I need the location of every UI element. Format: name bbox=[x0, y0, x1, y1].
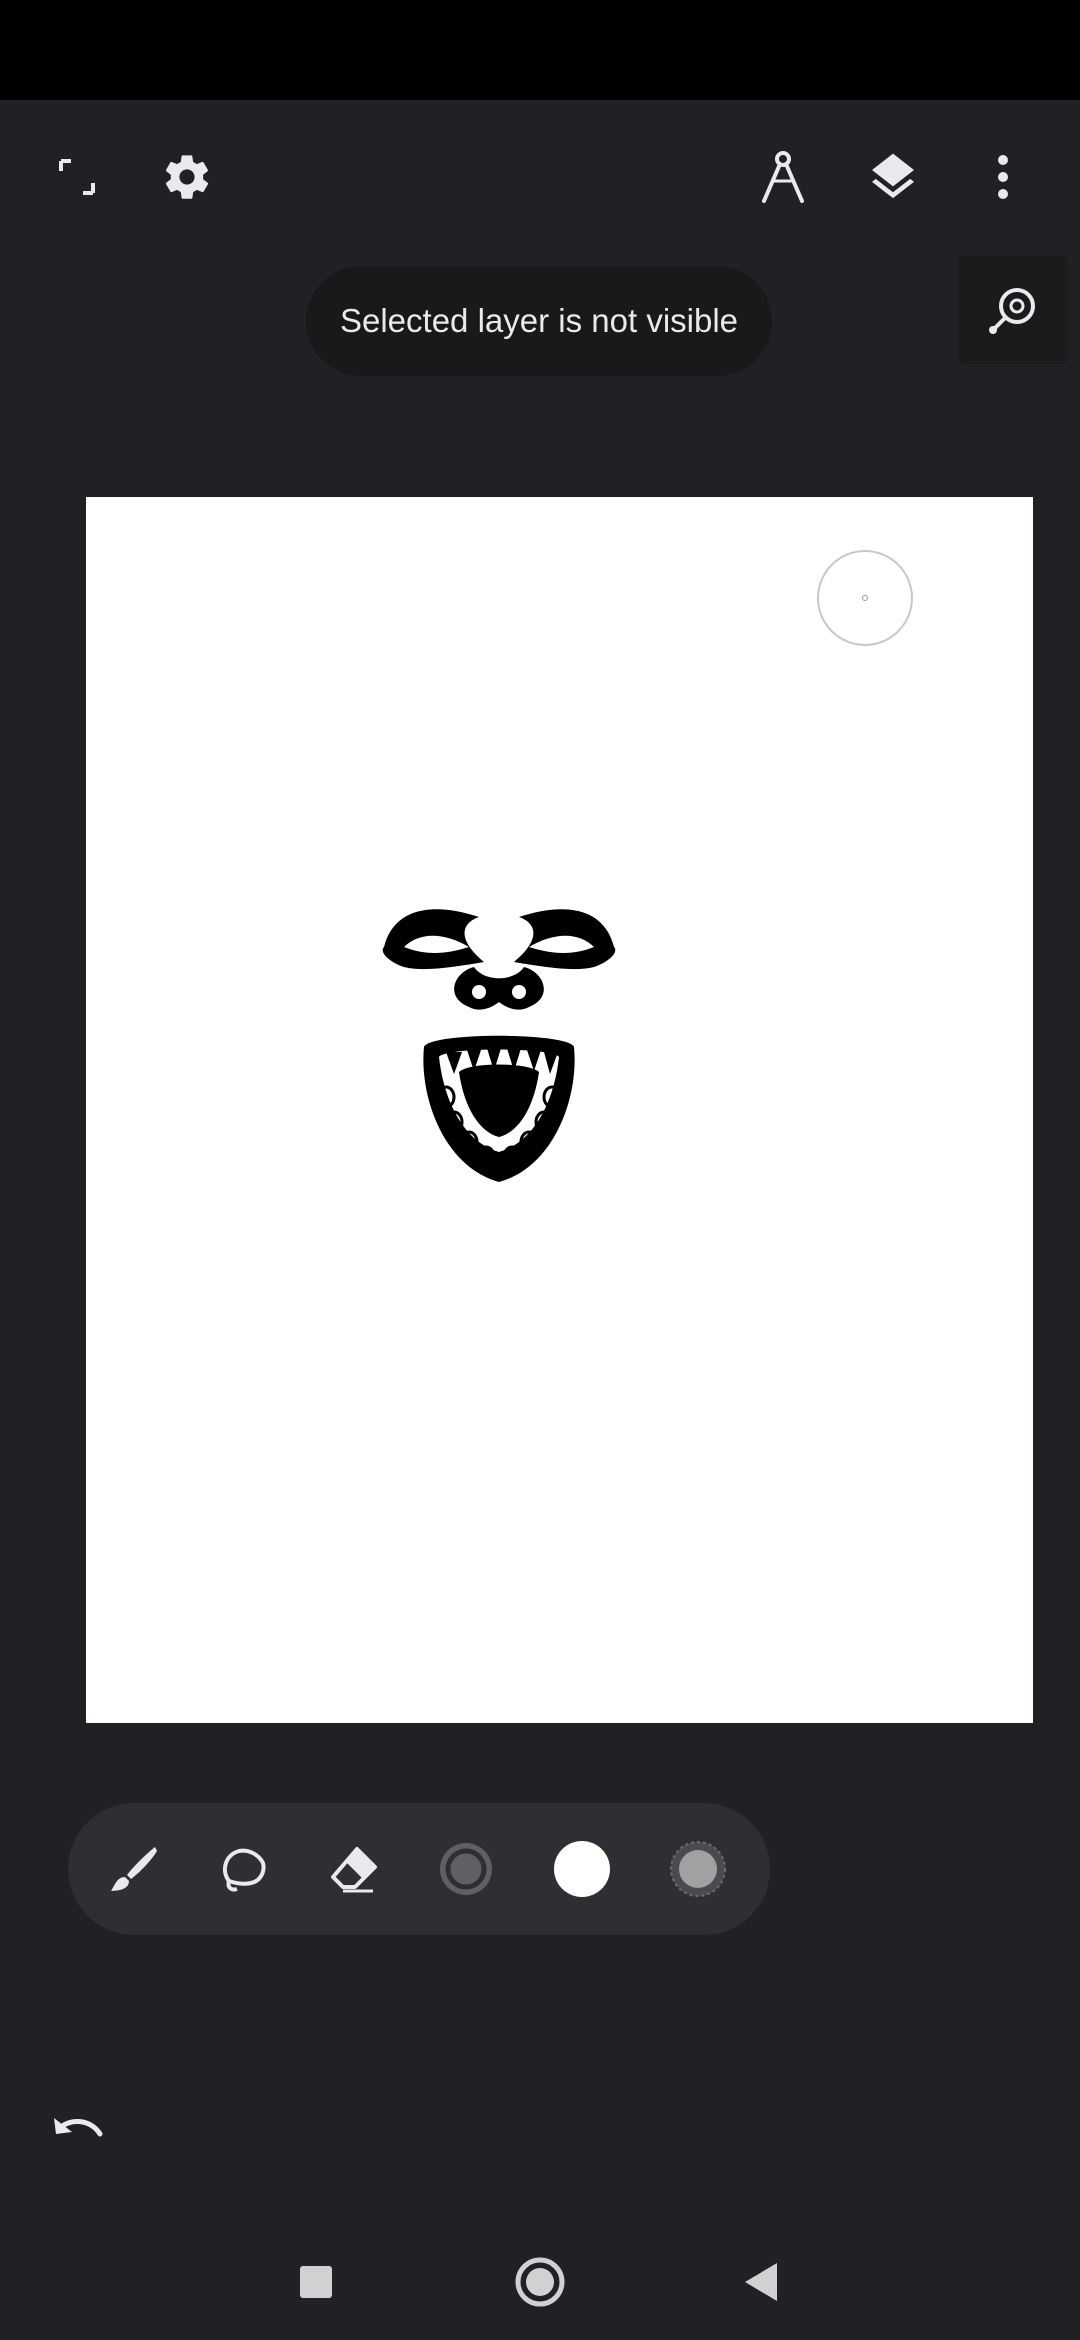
recents-button[interactable] bbox=[274, 2240, 358, 2324]
opacity-icon bbox=[670, 1841, 726, 1897]
tool-bar bbox=[68, 1803, 770, 1935]
lasso-icon bbox=[222, 1848, 266, 1892]
brush-cursor bbox=[817, 550, 913, 646]
toast-message: Selected layer is not visible bbox=[306, 266, 772, 376]
settings-icon bbox=[165, 155, 209, 199]
layers-button[interactable] bbox=[848, 132, 938, 222]
drawing-canvas[interactable] bbox=[86, 497, 1033, 1723]
home-button[interactable] bbox=[498, 2240, 582, 2324]
more-options-button[interactable] bbox=[958, 132, 1048, 222]
back-button[interactable] bbox=[720, 2240, 804, 2324]
reference-button[interactable] bbox=[958, 256, 1068, 364]
fullscreen-icon bbox=[59, 159, 95, 195]
eraser-tool-button[interactable] bbox=[309, 1825, 397, 1913]
recents-icon bbox=[300, 2266, 332, 2298]
home-icon bbox=[515, 2257, 565, 2307]
undo-button[interactable] bbox=[36, 2090, 120, 2174]
opacity-button[interactable] bbox=[654, 1825, 742, 1913]
reference-zoom-icon bbox=[989, 288, 1035, 334]
eraser-icon bbox=[331, 1847, 377, 1893]
toast-text: Selected layer is not visible bbox=[339, 302, 739, 339]
undo-icon bbox=[54, 2118, 103, 2137]
artwork-monster-face bbox=[382, 909, 616, 1182]
settings-button[interactable] bbox=[142, 132, 232, 222]
color-button[interactable] bbox=[538, 1825, 626, 1913]
brush-size-icon bbox=[440, 1843, 492, 1895]
ruler-button[interactable] bbox=[738, 132, 828, 222]
ruler-compass-icon bbox=[762, 151, 804, 203]
brush-icon bbox=[111, 1847, 157, 1891]
layers-icon bbox=[872, 153, 914, 199]
color-swatch-icon bbox=[554, 1841, 610, 1897]
brush-tool-button[interactable] bbox=[89, 1825, 177, 1913]
brush-size-button[interactable] bbox=[422, 1825, 510, 1913]
status-bar bbox=[0, 0, 1080, 100]
lasso-tool-button[interactable] bbox=[199, 1825, 287, 1913]
back-icon bbox=[745, 2263, 777, 2301]
fullscreen-button[interactable] bbox=[32, 132, 122, 222]
more-vert-icon bbox=[998, 155, 1008, 199]
